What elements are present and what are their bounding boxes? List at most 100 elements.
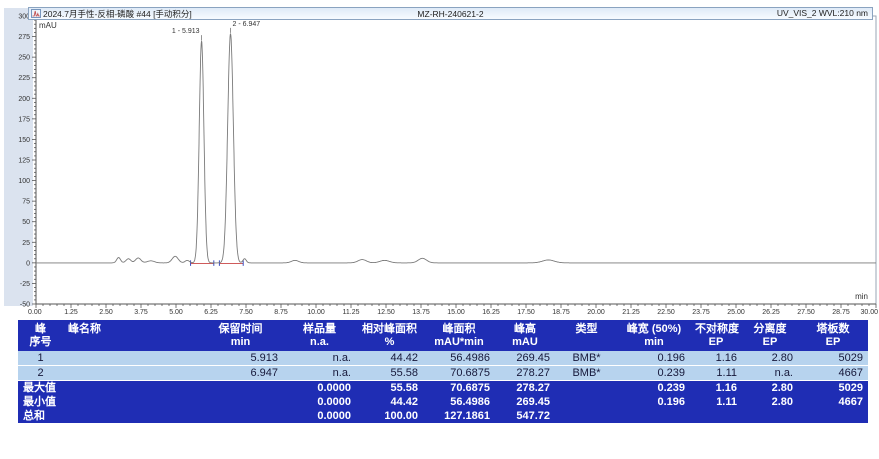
cell: 0.239: [618, 381, 690, 396]
cell: [63, 351, 198, 366]
cell: 2.80: [742, 351, 798, 366]
x-tick-label: 0.00: [28, 309, 42, 316]
cell: 100.00: [356, 409, 423, 423]
column-header[interactable]: 峰宽 (50%)min: [618, 320, 690, 351]
cell: [198, 395, 283, 409]
y-tick-label: 25: [22, 240, 30, 247]
y-tick-label: 100: [18, 178, 30, 185]
column-header[interactable]: 峰序号: [18, 320, 63, 351]
column-header[interactable]: 峰名称: [63, 320, 198, 351]
cell: 0.196: [618, 395, 690, 409]
table-row[interactable]: 26.947n.a.55.5870.6875278.27BMB*0.2391.1…: [18, 366, 868, 381]
y-tick-label: 125: [18, 158, 30, 165]
cell: 55.58: [356, 381, 423, 396]
x-tick-label: 13.75: [412, 309, 430, 316]
cell: 0.0000: [283, 395, 356, 409]
x-tick-label: 10.00: [307, 309, 325, 316]
cell: 2.80: [742, 381, 798, 396]
cell: [555, 381, 618, 396]
x-tick-label: 30.00: [860, 309, 878, 316]
column-header[interactable]: 保留时间min: [198, 320, 283, 351]
cell: [63, 381, 198, 396]
cell: [742, 409, 798, 423]
y-tick-label: -25: [20, 281, 30, 288]
cell: 1.11: [690, 366, 742, 381]
channel-wavelength-label: UV_VIS_2 WVL:210 nm: [777, 8, 868, 19]
cell: 5029: [798, 381, 868, 396]
y-tick-label: 175: [18, 116, 30, 123]
x-tick-label: 20.00: [587, 309, 605, 316]
summary-row: 最大值0.000055.5870.6875278.270.2391.162.80…: [18, 381, 868, 396]
cell: 1: [18, 351, 63, 366]
x-tick-label: 8.75: [274, 309, 288, 316]
cell: 547.72: [495, 409, 555, 423]
column-header[interactable]: 不对称度EP: [690, 320, 742, 351]
cell: BMB*: [555, 366, 618, 381]
y-tick-label: 150: [18, 137, 30, 144]
cell: 1.16: [690, 351, 742, 366]
cell: 4667: [798, 395, 868, 409]
summary-row: 最小值0.000044.4256.4986269.450.1961.112.80…: [18, 395, 868, 409]
x-tick-label: 12.50: [377, 309, 395, 316]
cell: 1.16: [690, 381, 742, 396]
x-tick-label: 28.75: [832, 309, 850, 316]
cell: [555, 409, 618, 423]
cell: 127.1861: [423, 409, 495, 423]
y-tick-label: 250: [18, 55, 30, 62]
cell: [555, 395, 618, 409]
cell: n.a.: [283, 351, 356, 366]
summary-label: 最大值: [18, 381, 63, 396]
x-tick-label: 16.25: [482, 309, 500, 316]
x-tick-label: 18.75: [552, 309, 570, 316]
chart-header-bar[interactable]: 2024.7月手性-反相-磷酸 #44 [手动积分] MZ-RH-240621-…: [28, 7, 873, 20]
x-tick-label: 26.25: [762, 309, 780, 316]
cell: [63, 409, 198, 423]
cell: [798, 409, 868, 423]
cell: 269.45: [495, 395, 555, 409]
cell: 44.42: [356, 351, 423, 366]
x-tick-label: 22.50: [657, 309, 675, 316]
y-tick-label: 225: [18, 75, 30, 82]
x-tick-label: 17.50: [517, 309, 535, 316]
cell: [618, 409, 690, 423]
chromatogram-report: 2024.7月手性-反相-磷酸 #44 [手动积分] MZ-RH-240621-…: [0, 0, 879, 423]
y-tick-label: 275: [18, 34, 30, 41]
column-header[interactable]: 塔板数EP: [798, 320, 868, 351]
x-tick-label: 3.75: [134, 309, 148, 316]
x-tick-label: 21.25: [622, 309, 640, 316]
column-header[interactable]: 峰高mAU: [495, 320, 555, 351]
y-tick-label: 200: [18, 96, 30, 103]
x-tick-label: 5.00: [169, 309, 183, 316]
x-tick-label: 6.25: [204, 309, 218, 316]
x-tick-label: 2.50: [99, 309, 113, 316]
cell: 4667: [798, 366, 868, 381]
cell: [198, 409, 283, 423]
column-header[interactable]: 峰面积mAU*min: [423, 320, 495, 351]
cell: [198, 381, 283, 396]
peak-label: 1 - 5.913: [172, 28, 200, 35]
y-tick-label: 0: [26, 260, 30, 267]
cell: 2.80: [742, 395, 798, 409]
column-header[interactable]: 样品量n.a.: [283, 320, 356, 351]
table-header-row: 峰序号峰名称 保留时间min样品量n.a.相对峰面积%峰面积mAU*min峰高m…: [18, 320, 868, 351]
column-header[interactable]: 相对峰面积%: [356, 320, 423, 351]
x-tick-label: 25.00: [727, 309, 745, 316]
column-header[interactable]: 类型: [555, 320, 618, 351]
y-tick-label: -50: [20, 302, 30, 309]
cell: 1.11: [690, 395, 742, 409]
cell: 0.0000: [283, 409, 356, 423]
x-axis-unit: min: [855, 292, 868, 301]
cell: 44.42: [356, 395, 423, 409]
cell: 70.6875: [423, 366, 495, 381]
cell: n.a.: [283, 366, 356, 381]
x-tick-label: 27.50: [797, 309, 815, 316]
integration-results: 峰序号峰名称 保留时间min样品量n.a.相对峰面积%峰面积mAU*min峰高m…: [18, 320, 850, 423]
summary-label: 最小值: [18, 395, 63, 409]
injection-title: 2024.7月手性-反相-磷酸 #44 [手动积分]: [43, 8, 192, 20]
table-row[interactable]: 15.913n.a.44.4256.4986269.45BMB*0.1961.1…: [18, 351, 868, 366]
column-header[interactable]: 分离度EP: [742, 320, 798, 351]
cell: 6.947: [198, 366, 283, 381]
results-table: 峰序号峰名称 保留时间min样品量n.a.相对峰面积%峰面积mAU*min峰高m…: [18, 320, 868, 423]
summary-label: 总和: [18, 409, 63, 423]
chromatogram-plot[interactable]: -50-250255075100125150175200225250275300…: [0, 0, 879, 318]
